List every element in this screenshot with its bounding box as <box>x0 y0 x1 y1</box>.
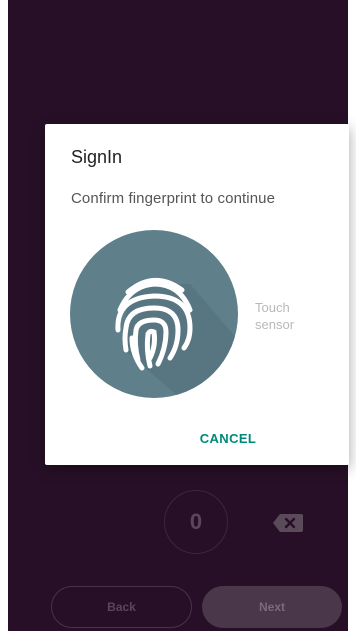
fingerprint-icon <box>115 278 238 398</box>
touch-sensor-label-line2: sensor <box>255 317 295 332</box>
fingerprint-dialog: SignIn Confirm fingerprint to continue T… <box>45 124 349 465</box>
cancel-button[interactable]: CANCEL <box>193 424 263 452</box>
keypad-digit-0: 0 <box>189 509 203 534</box>
backspace-icon[interactable] <box>271 512 305 534</box>
back-button[interactable]: Back <box>51 586 192 628</box>
next-button[interactable]: Next <box>202 586 342 628</box>
fingerprint-circle <box>70 230 238 398</box>
keypad-key-0[interactable]: 0 <box>164 490 228 554</box>
dialog-title: SignIn <box>71 147 123 167</box>
dialog-subtitle: Confirm fingerprint to continue <box>71 190 276 207</box>
touch-sensor-label: Touch sensor <box>255 299 294 333</box>
touch-sensor-label-line1: Touch <box>255 300 290 315</box>
